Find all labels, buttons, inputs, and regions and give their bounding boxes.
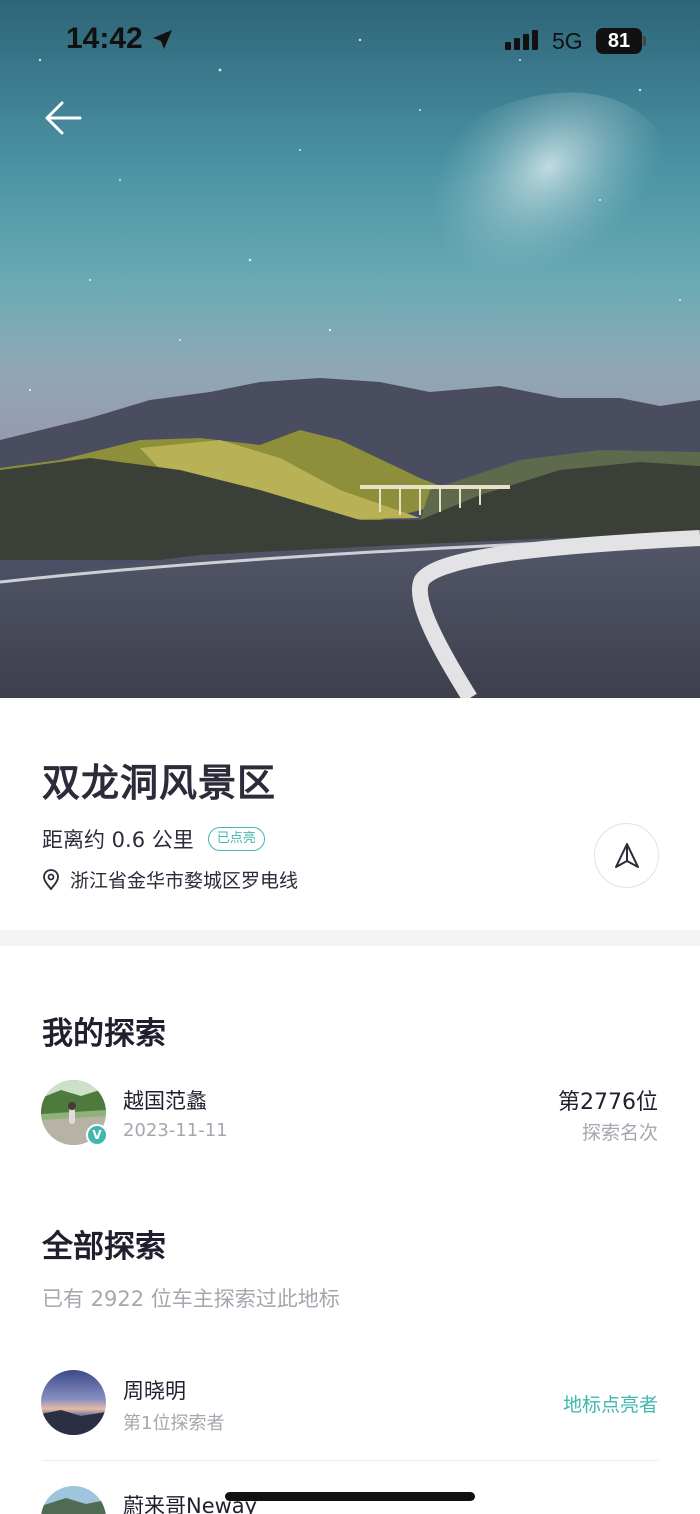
home-indicator[interactable]	[225, 1492, 475, 1501]
back-button[interactable]	[40, 96, 86, 142]
battery-tip	[643, 36, 646, 46]
avatar[interactable]	[41, 1370, 106, 1435]
my-explore-date: 2023-11-11	[123, 1120, 228, 1141]
all-exploration-title: 全部探索	[42, 1229, 166, 1265]
location-arrow-icon	[150, 28, 174, 56]
hero-image	[0, 0, 700, 698]
section-divider	[0, 930, 700, 946]
distance-text: 距离约 0.6 公里	[42, 828, 194, 852]
explorer-name: 周晓明	[123, 1379, 186, 1403]
arrow-left-icon	[45, 101, 82, 135]
battery-indicator: 81	[596, 28, 642, 54]
address-text: 浙江省金华市婺城区罗电线	[70, 870, 299, 892]
my-exploration-title: 我的探索	[42, 1016, 166, 1052]
landscape-illustration	[0, 0, 700, 698]
avatar[interactable]	[41, 1486, 106, 1514]
distance-row: 距离约 0.6 公里 已点亮	[42, 824, 265, 854]
explorer-count-text: 已有 2922 位车主探索过此地标	[42, 1287, 340, 1311]
landmark-lighter-tag: 地标点亮者	[562, 1394, 658, 1416]
network-type: 5G	[552, 28, 583, 54]
row-divider	[42, 1460, 659, 1461]
status-bar: 14:42 5G 81	[0, 0, 700, 84]
status-time: 14:42	[66, 22, 143, 55]
navigation-arrow-icon	[614, 842, 639, 868]
rank-value: 第2776位	[558, 1090, 658, 1115]
navigate-button[interactable]	[594, 823, 659, 888]
lit-status-badge: 已点亮	[207, 827, 265, 851]
address-row: 浙江省金华市婺城区罗电线	[42, 866, 298, 893]
map-pin-icon	[42, 868, 60, 891]
cellular-signal-icon	[505, 30, 541, 56]
my-user-name: 越国范蠡	[123, 1089, 207, 1113]
rank-label: 探索名次	[581, 1122, 658, 1144]
verified-badge: V	[86, 1124, 108, 1146]
explorer-subtitle: 第1位探索者	[123, 1413, 225, 1434]
place-title: 双龙洞风景区	[42, 761, 277, 805]
